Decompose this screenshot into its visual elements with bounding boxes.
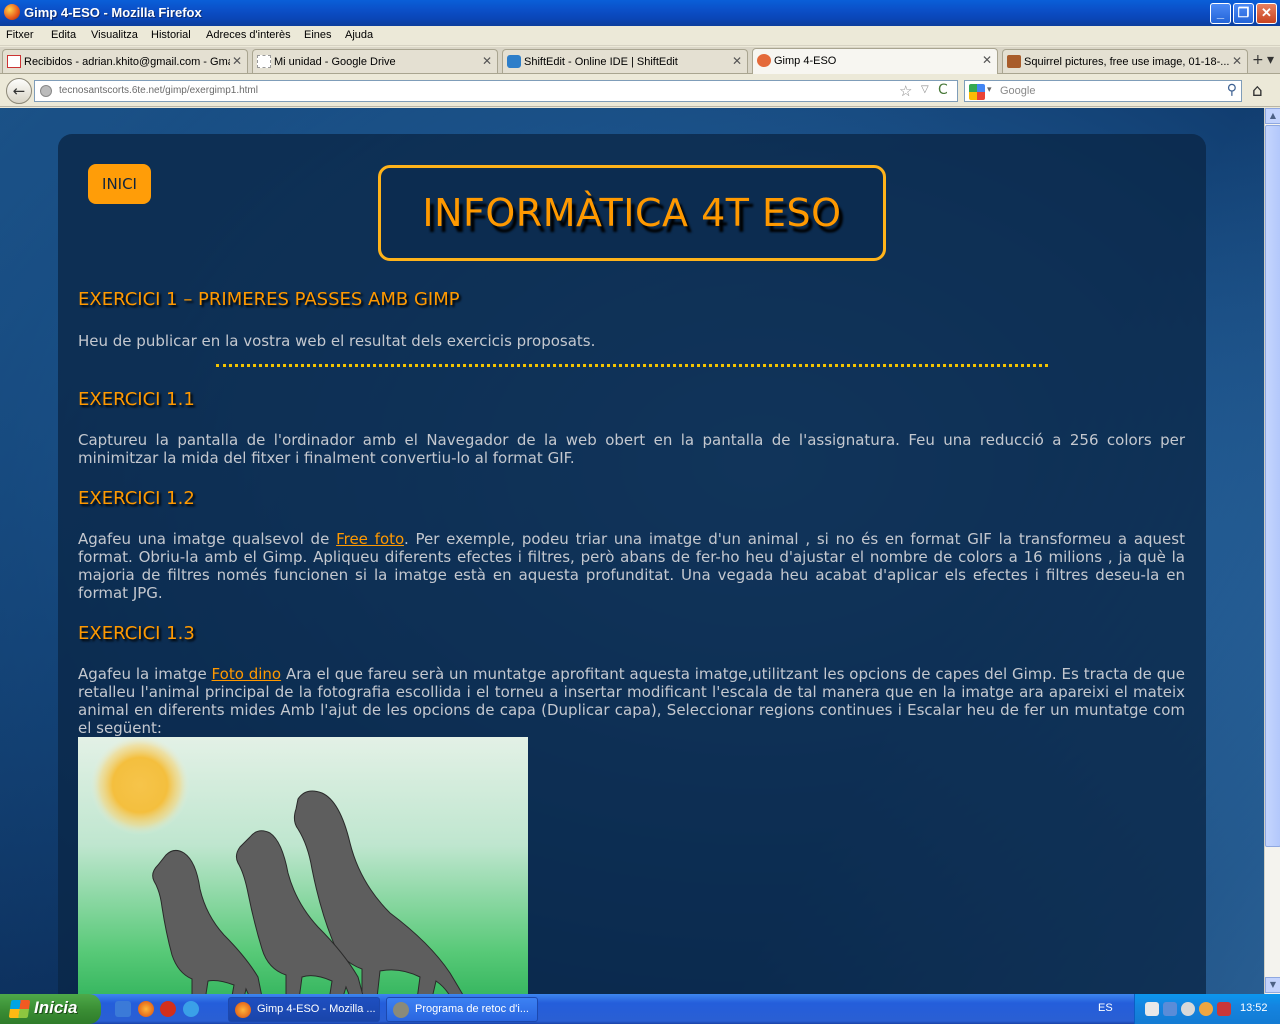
tab-google-drive[interactable]: Mi unidad - Google Drive ✕ xyxy=(252,49,498,73)
tab-close-icon[interactable]: ✕ xyxy=(232,54,242,68)
content-panel: INICI INFORMÀTICA 4T ESO EXERCICI 1 – PR… xyxy=(58,134,1206,994)
dinosaur-montage-image xyxy=(78,737,528,994)
url-text[interactable]: tecnosantscorts.6te.net/gimp/exergimp1.h… xyxy=(59,85,258,96)
tab-gmail[interactable]: Recibidos - adrian.khito@gmail.com - Gma… xyxy=(2,49,248,73)
url-dropdown-icon[interactable]: ▽ xyxy=(921,84,929,95)
firefox-icon xyxy=(4,4,20,20)
exercise-1-1-text: Captureu la pantalla de l'ordinador amb … xyxy=(78,431,1185,467)
language-indicator[interactable]: ES xyxy=(1098,1002,1113,1014)
tab-list-icon[interactable]: ▾ xyxy=(1267,52,1274,68)
page-viewport: INICI INFORMÀTICA 4T ESO EXERCICI 1 – PR… xyxy=(0,108,1264,994)
home-icon[interactable]: ⌂ xyxy=(1252,81,1263,101)
taskbar-gimp-window[interactable]: Programa de retoc d'i... xyxy=(386,997,538,1022)
windows-taskbar: Inicia Gimp 4-ESO - Mozilla ... Programa… xyxy=(0,994,1280,1024)
tab-shiftedit[interactable]: ShiftEdit - Online IDE | ShiftEdit ✕ xyxy=(502,49,748,73)
search-engine-dropdown-icon[interactable]: ▾ xyxy=(987,85,992,95)
tab-close-icon[interactable]: ✕ xyxy=(732,54,742,68)
security-icon[interactable] xyxy=(1199,1002,1213,1016)
clock: 13:52 xyxy=(1240,1002,1268,1014)
exercise-1-2-text: Agafeu una imatge qualsevol de Free foto… xyxy=(78,530,1185,602)
tab-bar: Recibidos - adrian.khito@gmail.com - Gma… xyxy=(0,47,1280,74)
dotted-divider xyxy=(216,364,1048,367)
tab-label: Gimp 4-ESO xyxy=(774,55,837,67)
free-foto-link[interactable]: Free foto xyxy=(336,530,404,548)
new-tab-icon[interactable]: + xyxy=(1252,52,1264,68)
update-icon[interactable] xyxy=(1217,1002,1231,1016)
windows-flag-icon xyxy=(8,1000,31,1018)
tab-label: Squirrel pictures, free use image, 01-18… xyxy=(1024,56,1230,68)
main-heading: EXERCICI 1 – PRIMERES PASSES AMB GIMP xyxy=(78,289,460,310)
menu-historial[interactable]: Historial xyxy=(151,29,191,41)
ie-quicklaunch-icon[interactable] xyxy=(183,1001,199,1017)
menu-fitxer[interactable]: Fitxer xyxy=(6,29,34,41)
globe-icon xyxy=(40,85,52,97)
tab-close-icon[interactable]: ✕ xyxy=(1232,54,1242,68)
favicon-icon xyxy=(757,54,771,67)
inici-button[interactable]: INICI xyxy=(88,164,151,204)
squirrel-icon xyxy=(1007,55,1021,68)
search-magnifier-icon[interactable]: ⚲ xyxy=(1227,82,1237,98)
tab-label: Recibidos - adrian.khito@gmail.com - Gma… xyxy=(24,56,230,68)
dinosaur-illustration xyxy=(90,737,464,994)
window-title: Gimp 4-ESO - Mozilla Firefox xyxy=(24,5,202,20)
scroll-up-arrow-icon[interactable]: ▲ xyxy=(1265,108,1280,124)
search-bar[interactable]: ▾ Google ⚲ xyxy=(964,80,1242,102)
exercise-1-3-text: Agafeu la imatge Foto dino Ara el que fa… xyxy=(78,665,1185,737)
gimp-icon xyxy=(393,1002,409,1018)
close-window-button[interactable]: ✕ xyxy=(1256,3,1277,24)
banner-title: INFORMÀTICA 4T ESO xyxy=(422,191,842,235)
desktop-quicklaunch-icon[interactable] xyxy=(115,1001,131,1017)
back-arrow-icon[interactable]: ← xyxy=(6,78,32,104)
firefox-icon xyxy=(235,1002,251,1018)
taskbar-button-label: Programa de retoc d'i... xyxy=(415,1003,529,1015)
menu-visualitza[interactable]: Visualitza xyxy=(91,29,138,41)
google-icon[interactable] xyxy=(969,84,985,100)
drive-icon xyxy=(257,55,271,68)
tab-gimp-4eso[interactable]: Gimp 4-ESO ✕ xyxy=(752,48,998,74)
taskbar-button-label: Gimp 4-ESO - Mozilla ... xyxy=(257,1003,375,1015)
exercise-1-3-heading: EXERCICI 1.3 xyxy=(78,623,195,644)
taskbar-firefox-window[interactable]: Gimp 4-ESO - Mozilla ... xyxy=(228,997,380,1022)
window-titlebar[interactable]: Gimp 4-ESO - Mozilla Firefox _ ❐ ✕ xyxy=(0,0,1280,26)
menu-ajuda[interactable]: Ajuda xyxy=(345,29,373,41)
exercise-1-1-heading: EXERCICI 1.1 xyxy=(78,389,195,410)
text-segment: Agafeu la imatge xyxy=(78,665,212,683)
maximize-button[interactable]: ❐ xyxy=(1233,3,1254,24)
navigation-toolbar: ← tecnosantscorts.6te.net/gimp/exergimp1… xyxy=(0,75,1280,107)
minimize-button[interactable]: _ xyxy=(1210,3,1231,24)
search-input[interactable]: Google xyxy=(1000,85,1035,97)
exercise-1-2-heading: EXERCICI 1.2 xyxy=(78,488,195,509)
tab-label: Mi unidad - Google Drive xyxy=(274,56,396,68)
system-tray: 13:52 xyxy=(1134,994,1280,1024)
text-segment: Agafeu una imatge qualsevol de xyxy=(78,530,337,548)
opera-quicklaunch-icon[interactable] xyxy=(160,1001,176,1017)
menu-eines[interactable]: Eines xyxy=(304,29,332,41)
menu-bar: Fitxer Edita Visualitza Historial Adrece… xyxy=(0,26,1280,46)
foto-dino-link[interactable]: Foto dino xyxy=(212,665,282,683)
page-banner: INFORMÀTICA 4T ESO xyxy=(378,165,886,261)
intro-text: Heu de publicar en la vostra web el resu… xyxy=(78,332,596,350)
tab-squirrel-pictures[interactable]: Squirrel pictures, free use image, 01-18… xyxy=(1002,49,1248,73)
start-button[interactable]: Inicia xyxy=(0,994,101,1024)
scroll-down-arrow-icon[interactable]: ▼ xyxy=(1265,977,1280,993)
vertical-scrollbar[interactable]: ▲ ▼ xyxy=(1264,108,1280,994)
tab-label: ShiftEdit - Online IDE | ShiftEdit xyxy=(524,56,678,68)
monitor-icon[interactable] xyxy=(1163,1002,1177,1016)
menu-adreces[interactable]: Adreces d'interès xyxy=(206,29,291,41)
reload-icon[interactable]: C xyxy=(938,82,948,98)
network-icon[interactable] xyxy=(1145,1002,1159,1016)
tab-close-icon[interactable]: ✕ xyxy=(482,54,492,68)
shiftedit-icon xyxy=(507,55,521,68)
tab-close-icon[interactable]: ✕ xyxy=(982,53,992,67)
url-bar[interactable]: tecnosantscorts.6te.net/gimp/exergimp1.h… xyxy=(34,80,958,102)
start-label: Inicia xyxy=(34,998,78,1017)
bookmark-star-icon[interactable]: ☆ xyxy=(899,82,912,100)
volume-icon[interactable] xyxy=(1181,1002,1195,1016)
menu-edita[interactable]: Edita xyxy=(51,29,76,41)
scrollbar-thumb[interactable] xyxy=(1265,125,1280,847)
firefox-quicklaunch-icon[interactable] xyxy=(138,1001,154,1017)
gmail-icon xyxy=(7,55,21,68)
